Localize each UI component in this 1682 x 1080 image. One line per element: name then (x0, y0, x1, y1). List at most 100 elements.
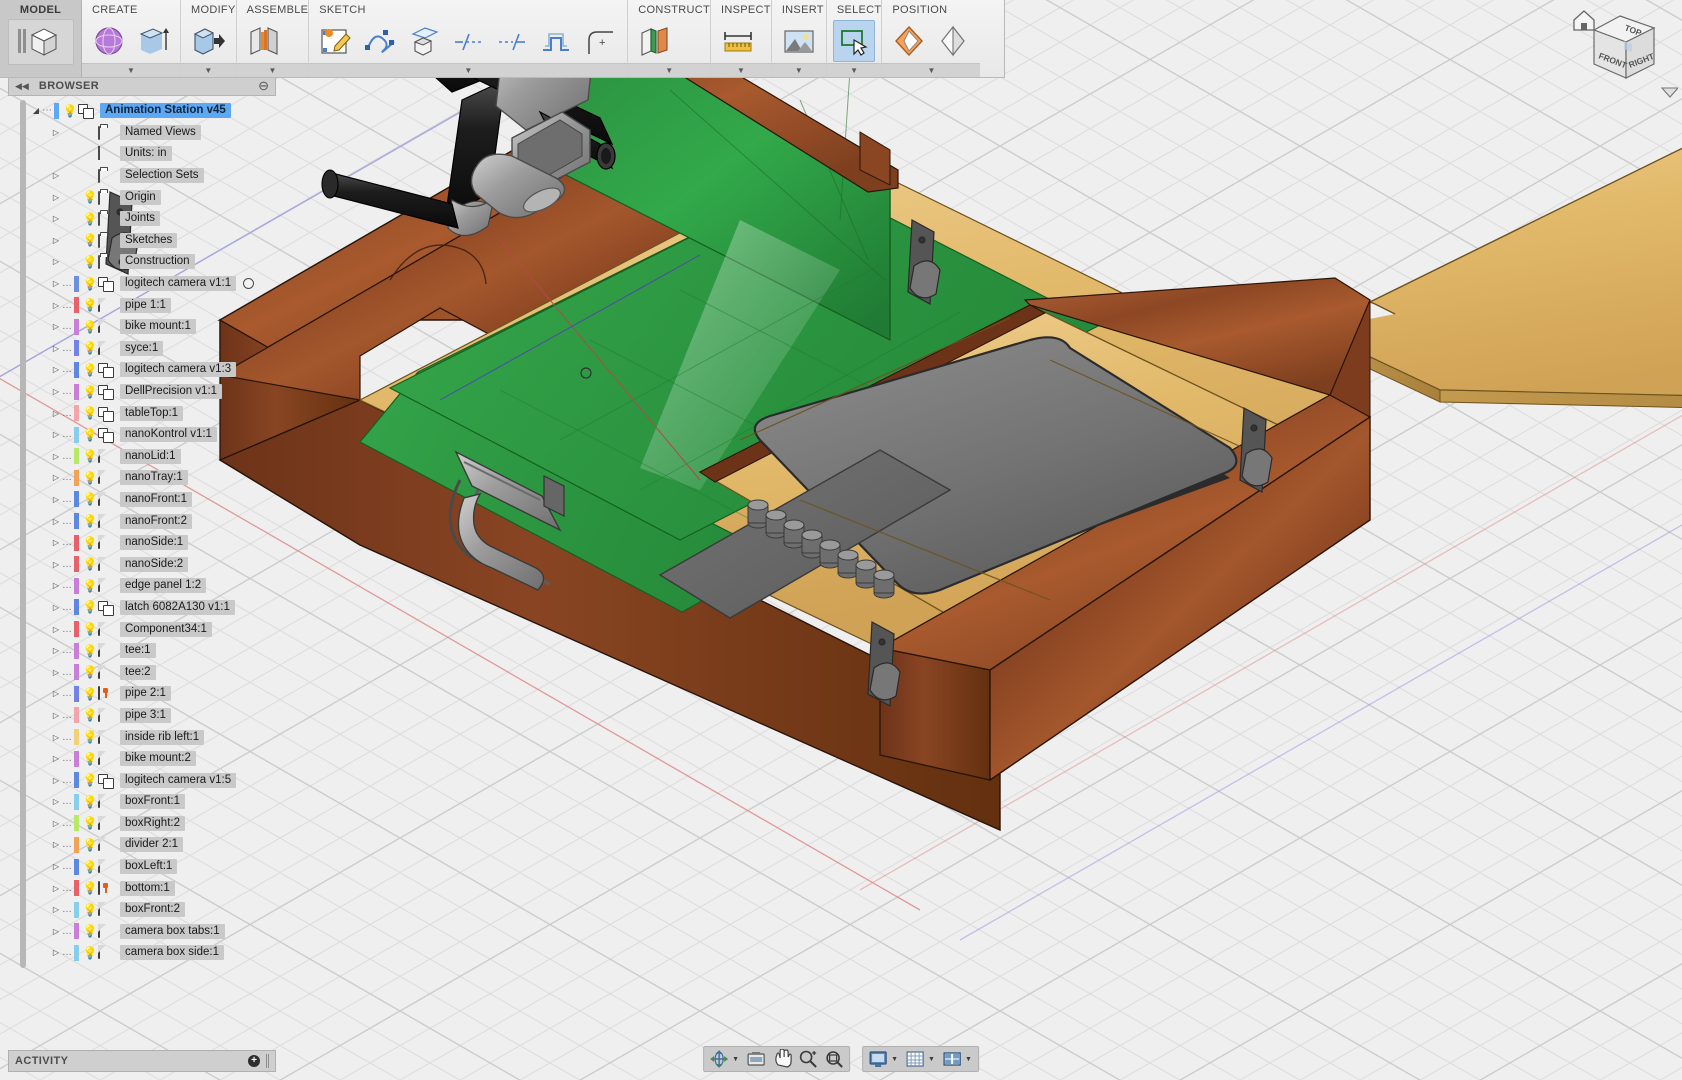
collapse-left-icon[interactable]: ◀◀ (15, 81, 29, 92)
lightbulb-on-icon[interactable]: 💡 (82, 580, 98, 592)
tree-item-pipe-2-1[interactable]: ▷…💡pipe 2:1 (8, 683, 276, 705)
lightbulb-on-icon[interactable]: 💡 (82, 472, 98, 484)
tree-item-joints[interactable]: ▷💡Joints (8, 208, 276, 230)
tree-item-named-views[interactable]: ▷Named Views (8, 122, 276, 144)
expand-triangle-icon[interactable]: ▷ (50, 646, 62, 655)
lightbulb-on-icon[interactable]: 💡 (82, 407, 98, 419)
tree-item-bike-mount-1[interactable]: ▷…💡bike mount:1 (8, 316, 276, 338)
expand-triangle-icon[interactable]: ◢ (30, 106, 42, 115)
expand-triangle-icon[interactable]: ▷ (50, 797, 62, 806)
grip-icon[interactable] (266, 1054, 269, 1068)
orbit-icon[interactable] (706, 1047, 732, 1071)
expand-triangle-icon[interactable]: ▷ (50, 711, 62, 720)
tree-item-nanolid-1[interactable]: ▷…💡nanoLid:1 (8, 446, 276, 468)
move-position-icon[interactable] (888, 20, 930, 62)
lightbulb-on-icon[interactable]: 💡 (82, 429, 98, 441)
measure-ruler-icon[interactable] (717, 20, 759, 62)
insert-image-icon[interactable] (778, 20, 820, 62)
joint-icon[interactable] (243, 20, 285, 62)
tree-item-edge-panel-1-2[interactable]: ▷…💡edge panel 1:2 (8, 575, 276, 597)
lightbulb-on-icon[interactable]: 💡 (82, 450, 98, 462)
expand-triangle-icon[interactable]: ▷ (50, 171, 62, 180)
lightbulb-on-icon[interactable]: 💡 (82, 947, 98, 959)
pan-hand-icon[interactable] (769, 1047, 795, 1071)
tree-item-tee-1[interactable]: ▷…💡tee:1 (8, 640, 276, 662)
fillet-sketch-icon[interactable]: + (579, 20, 621, 62)
expand-triangle-icon[interactable]: ▷ (50, 236, 62, 245)
lightbulb-on-icon[interactable]: 💡 (62, 105, 78, 117)
tree-item-logitech-camera-v1-1[interactable]: ▷…💡logitech camera v1:1 (8, 273, 276, 295)
expand-triangle-icon[interactable]: ▷ (50, 430, 62, 439)
expand-triangle-icon[interactable]: ▷ (50, 193, 62, 202)
viewports-dropdown-caret[interactable]: ▼ (965, 1056, 976, 1063)
tree-item-sketches[interactable]: ▷💡Sketches (8, 230, 276, 252)
expand-triangle-icon[interactable]: ▷ (50, 257, 62, 266)
sketch-plane-icon[interactable] (403, 20, 445, 62)
add-circle-icon[interactable]: + (248, 1055, 260, 1067)
tree-item-camera-box-side-1[interactable]: ▷…💡camera box side:1 (8, 942, 276, 964)
construct-dropdown[interactable]: ▼ (628, 63, 710, 77)
grid-snaps-icon[interactable] (902, 1047, 928, 1071)
tree-item-logitech-camera-v1-3[interactable]: ▷…💡logitech camera v1:3 (8, 359, 276, 381)
expand-triangle-icon[interactable]: ▷ (50, 322, 62, 331)
tree-item-nanoside-1[interactable]: ▷…💡nanoSide:1 (8, 532, 276, 554)
lightbulb-on-icon[interactable]: 💡 (82, 904, 98, 916)
tree-item-boxfront-2[interactable]: ▷…💡boxFront:2 (8, 899, 276, 921)
assemble-dropdown[interactable]: ▼ (237, 63, 309, 77)
expand-triangle-icon[interactable]: ▷ (50, 927, 62, 936)
expand-triangle-icon[interactable]: ▷ (50, 905, 62, 914)
tree-item-nanofront-1[interactable]: ▷…💡nanoFront:1 (8, 489, 276, 511)
model-cube-icon[interactable] (8, 19, 74, 65)
tree-item-logitech-camera-v1-5[interactable]: ▷…💡logitech camera v1:5 (8, 769, 276, 791)
tree-item-pipe-1-1[interactable]: ▷…💡pipe 1:1 (8, 294, 276, 316)
tree-item-boxleft-1[interactable]: ▷…💡boxLeft:1 (8, 856, 276, 878)
tree-item-selection-sets[interactable]: ▷Selection Sets (8, 165, 276, 187)
lightbulb-on-icon[interactable]: 💡 (82, 213, 98, 225)
browser-tree[interactable]: ◢ ⋯ 💡 Animation Station v45 ▷Named Views… (8, 96, 276, 976)
align-icon[interactable] (932, 20, 974, 62)
lightbulb-on-icon[interactable]: 💡 (82, 861, 98, 873)
lightbulb-on-icon[interactable]: 💡 (82, 386, 98, 398)
tree-root-animation-station[interactable]: ◢ ⋯ 💡 Animation Station v45 (8, 100, 276, 122)
tree-item-pipe-3-1[interactable]: ▷…💡pipe 3:1 (8, 705, 276, 727)
expand-triangle-icon[interactable]: ▷ (50, 733, 62, 742)
lightbulb-on-icon[interactable]: 💡 (82, 774, 98, 786)
expand-triangle-icon[interactable]: ▷ (50, 560, 62, 569)
lightbulb-on-icon[interactable]: 💡 (82, 278, 98, 290)
select-window-icon[interactable] (833, 20, 875, 62)
expand-triangle-icon[interactable]: ▷ (50, 473, 62, 482)
select-dropdown[interactable]: ▼ (827, 63, 882, 77)
create-sketch-icon[interactable] (315, 20, 357, 62)
offset-icon[interactable] (535, 20, 577, 62)
lightbulb-on-icon[interactable]: 💡 (82, 299, 98, 311)
expand-triangle-icon[interactable]: ▷ (50, 409, 62, 418)
expand-triangle-icon[interactable]: ▷ (50, 581, 62, 590)
minimize-icon[interactable]: ⊖ (258, 78, 269, 94)
expand-triangle-icon[interactable]: ▷ (50, 668, 62, 677)
main-toolbar[interactable]: MODEL CREATE (0, 0, 1005, 78)
expand-triangle-icon[interactable]: ▷ (50, 538, 62, 547)
tree-item-divider-2-1[interactable]: ▷…💡divider 2:1 (8, 834, 276, 856)
position-dropdown[interactable]: ▼ (882, 63, 980, 77)
tree-item-nanoside-2[interactable]: ▷…💡nanoSide:2 (8, 553, 276, 575)
lightbulb-on-icon[interactable]: 💡 (82, 796, 98, 808)
lightbulb-on-icon[interactable]: 💡 (82, 645, 98, 657)
lightbulb-on-icon[interactable]: 💡 (82, 688, 98, 700)
expand-triangle-icon[interactable]: ▷ (50, 214, 62, 223)
tree-item-boxright-2[interactable]: ▷…💡boxRight:2 (8, 813, 276, 835)
expand-triangle-icon[interactable]: ▷ (50, 495, 62, 504)
expand-triangle-icon[interactable]: ▷ (50, 452, 62, 461)
orbit-dropdown-caret[interactable]: ▼ (732, 1056, 743, 1063)
grid-dropdown-caret[interactable]: ▼ (928, 1056, 939, 1063)
create-dropdown[interactable]: ▼ (82, 63, 180, 77)
expand-triangle-icon[interactable]: ▷ (50, 279, 62, 288)
lightbulb-on-icon[interactable]: 💡 (82, 753, 98, 765)
tree-item-tabletop-1[interactable]: ▷…💡tableTop:1 (8, 402, 276, 424)
tree-item-camera-box-tabs-1[interactable]: ▷…💡camera box tabs:1 (8, 921, 276, 943)
tree-item-nanofront-2[interactable]: ▷…💡nanoFront:2 (8, 510, 276, 532)
display-dropdown-caret[interactable]: ▼ (891, 1056, 902, 1063)
expand-triangle-icon[interactable]: ▷ (50, 365, 62, 374)
expand-triangle-icon[interactable]: ▷ (50, 301, 62, 310)
tree-item-boxfront-1[interactable]: ▷…💡boxFront:1 (8, 791, 276, 813)
expand-triangle-icon[interactable]: ▷ (50, 819, 62, 828)
